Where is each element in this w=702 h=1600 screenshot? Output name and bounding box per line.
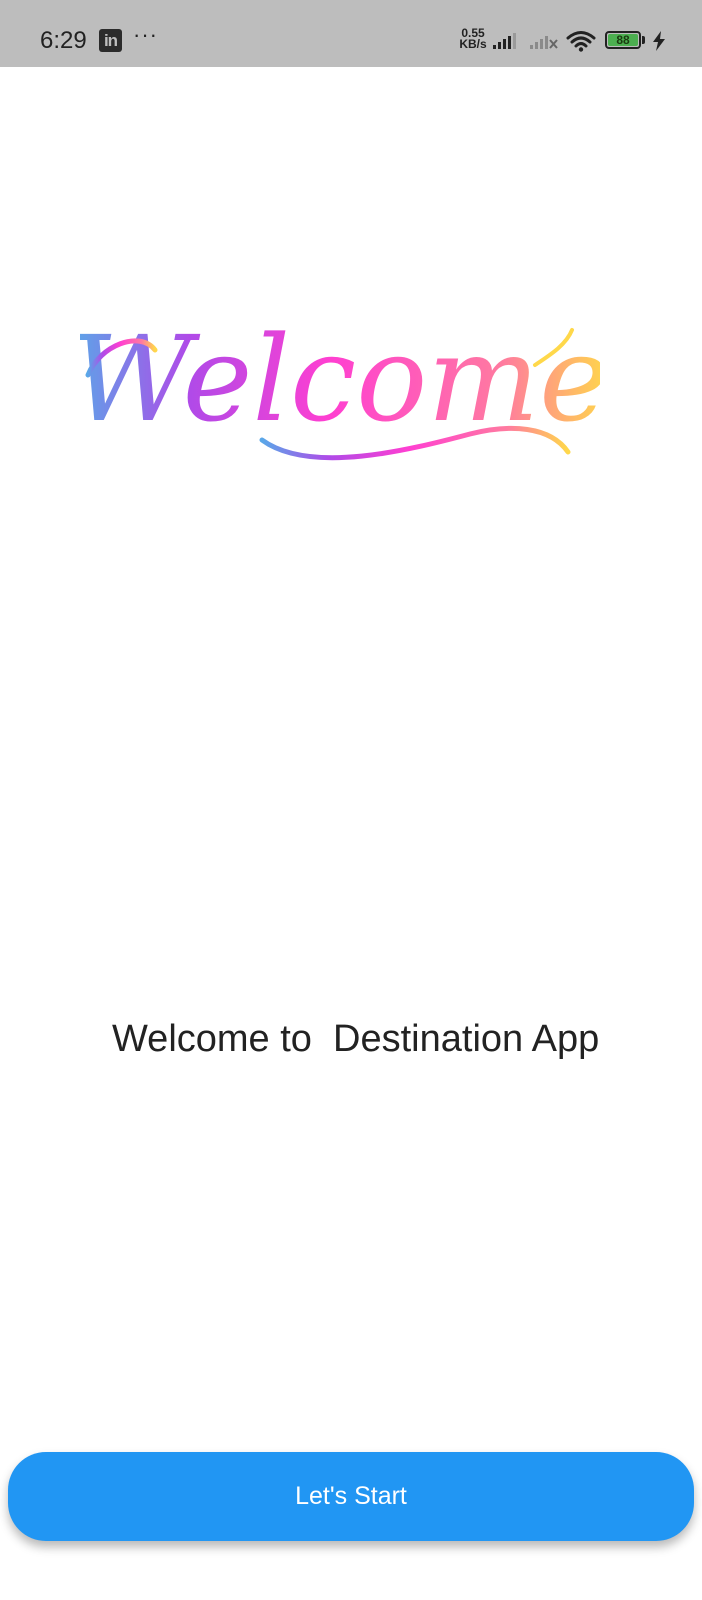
welcome-heading: Welcome to Destination App xyxy=(112,1018,600,1060)
signal-icon xyxy=(493,33,516,49)
status-time: 6:29 xyxy=(40,27,87,54)
welcome-logo: Welcome xyxy=(80,310,600,461)
battery-tip xyxy=(642,36,645,44)
battery-level: 88 xyxy=(608,34,638,46)
signal-off-icon xyxy=(530,36,558,49)
network-speed: 0.55 KB/s xyxy=(458,27,488,51)
linkedin-icon: in xyxy=(99,29,122,52)
network-speed-unit: KB/s xyxy=(459,37,487,51)
lets-start-button[interactable]: Let's Start xyxy=(8,1452,694,1541)
status-bar: 6:29 in ··· 0.55 KB/s 88 xyxy=(0,0,702,67)
welcome-screen: 6:29 in ··· 0.55 KB/s 88 Welcome Welcome… xyxy=(0,0,702,1600)
battery-icon: 88 xyxy=(605,31,641,49)
more-notifications-icon: ··· xyxy=(133,22,158,47)
charging-bolt-icon xyxy=(653,31,665,51)
wifi-icon xyxy=(566,31,596,52)
